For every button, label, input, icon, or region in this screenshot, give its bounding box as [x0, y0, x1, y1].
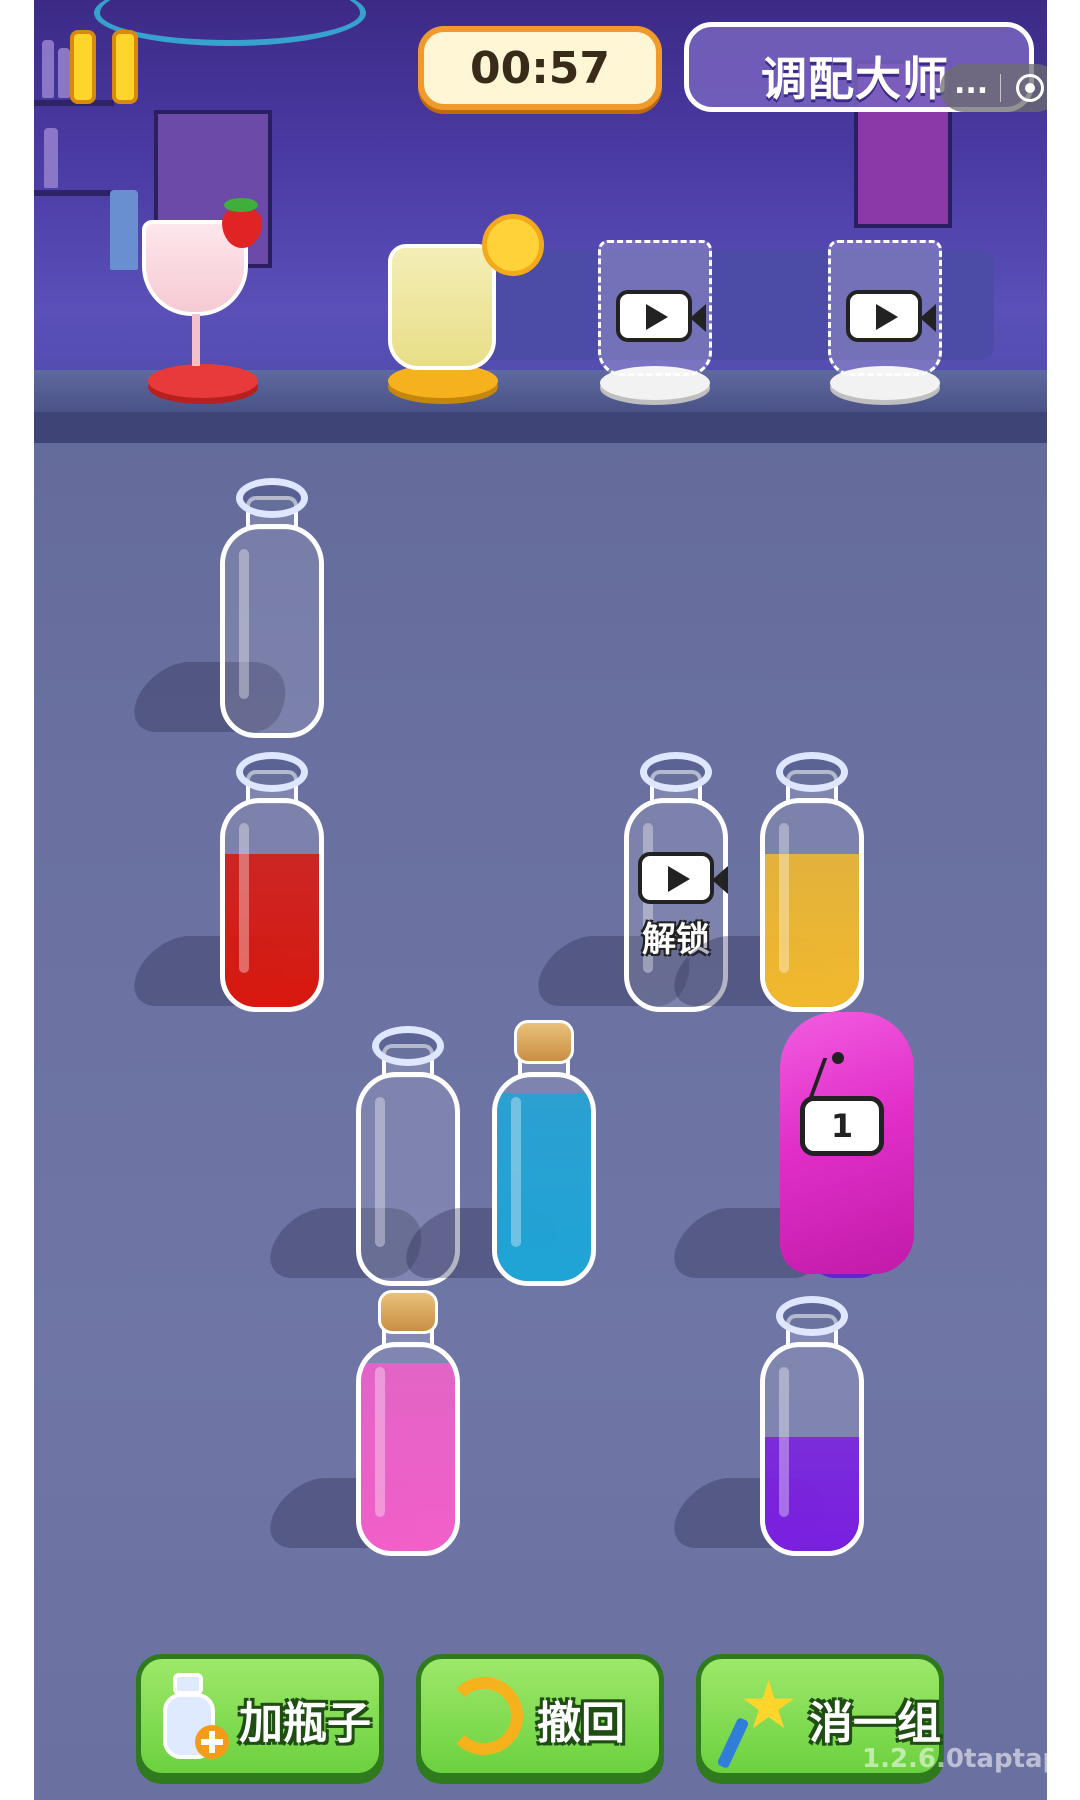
bottle-shine [239, 549, 249, 699]
lemon-slice-icon [482, 214, 544, 276]
wall-shelf [34, 190, 114, 196]
bottle-body [356, 1342, 460, 1556]
level-title: 调配大师 [761, 52, 949, 106]
shelf-bottle [44, 128, 58, 188]
bottle-red[interactable] [220, 752, 324, 1012]
bottle-shine [375, 1097, 385, 1247]
pause-icon [70, 30, 96, 104]
video-icon [846, 290, 936, 342]
bottle-shine [511, 1097, 521, 1247]
pause-icon [112, 30, 138, 104]
bottle-shine [779, 1367, 789, 1517]
bottle-yellow[interactable] [760, 752, 864, 1012]
remove-group-label: 消一组 [809, 1698, 941, 1749]
undo-button[interactable]: 撤回 [416, 1654, 664, 1778]
bottle-shine [239, 823, 249, 973]
video-icon [616, 290, 706, 342]
cocktail-glass-stem [192, 314, 200, 366]
bottle-shine [375, 1367, 385, 1517]
red-coaster [148, 364, 258, 398]
shelf-bottle [42, 40, 54, 98]
pause-button[interactable] [70, 30, 150, 106]
version-watermark: 1.2.6.0taptap [862, 1744, 1047, 1774]
bottle-empty-top[interactable] [220, 478, 324, 738]
bottle-plus-icon [157, 1671, 229, 1767]
bottle-covered[interactable]: 1 [780, 1012, 914, 1282]
add-bottle-label: 加瓶子 [239, 1698, 371, 1749]
bottle-rim [776, 1296, 848, 1336]
more-menu-icon[interactable]: ... [954, 66, 988, 101]
lemonade-glass [388, 244, 496, 370]
mini-program-capsule[interactable]: ... [940, 64, 1047, 112]
bottle-pink[interactable] [356, 1290, 460, 1556]
bottle-body [760, 798, 864, 1012]
close-icon[interactable] [1016, 74, 1044, 102]
bottle-rim [776, 752, 848, 792]
bottle-body [760, 1342, 864, 1556]
game-screen: 解锁 1 00:57 调配大师 ... 加瓶子 撤回 ★ 消一组 1.2.6.0… [34, 0, 1047, 1800]
cork-icon [378, 1290, 438, 1334]
bottle-rim [640, 752, 712, 792]
order-lemonade [364, 210, 544, 410]
undo-label: 撤回 [537, 1698, 625, 1749]
add-bottle-button[interactable]: 加瓶子 [136, 1654, 384, 1778]
unlock-count-sign: 1 [800, 1096, 884, 1156]
bottle-rim [236, 752, 308, 792]
undo-icon [445, 1677, 523, 1755]
bottle-body [492, 1072, 596, 1286]
bottle-body [220, 524, 324, 738]
order-locked-cup-2[interactable] [824, 238, 954, 418]
countdown-timer: 00:57 [418, 26, 662, 110]
capsule-divider [1000, 74, 1001, 102]
order-locked-cup-1[interactable] [594, 238, 724, 418]
bottle-blue[interactable] [492, 1020, 596, 1286]
shelf-bottle [58, 48, 70, 98]
bottle-shine [779, 823, 789, 973]
magic-wand-icon: ★ [716, 1673, 799, 1770]
bottle-rim [372, 1026, 444, 1066]
bottle-purple[interactable] [760, 1296, 864, 1556]
bottle-rim [236, 478, 308, 518]
video-icon [638, 852, 728, 904]
order-strawberry-cocktail [134, 198, 274, 410]
cork-icon [514, 1020, 574, 1064]
bottle-body [220, 798, 324, 1012]
